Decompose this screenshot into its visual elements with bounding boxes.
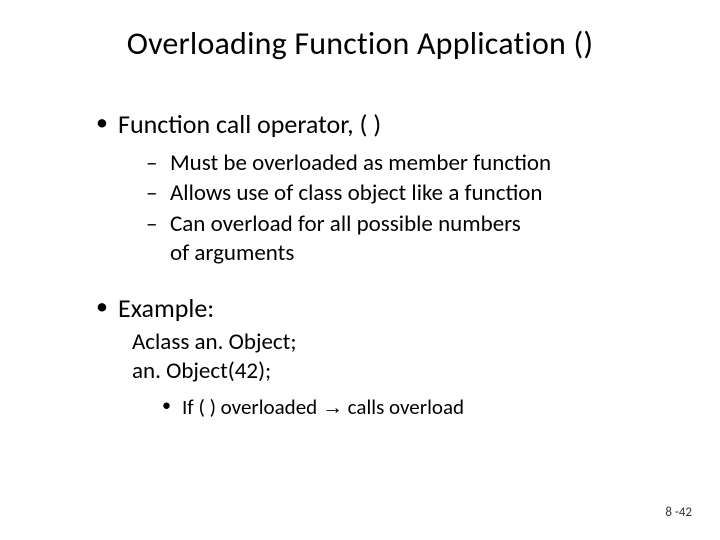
bullet-item: If ( ) overloaded → calls overload <box>132 394 660 421</box>
bullet-text: Must be overloaded as member function <box>170 149 551 177</box>
code-example: Aclass an. Object; an. Object(42); <box>132 328 660 386</box>
bullet-text: Example: <box>118 292 214 324</box>
bullet-list-lvl1: Function call operator, ( ) Must be over… <box>96 108 660 268</box>
slide-body: Function call operator, ( ) Must be over… <box>96 108 660 427</box>
bullet-list-lvl1: Example: Aclass an. Object; an. Object(4… <box>96 292 660 421</box>
bullet-text: Function call operator, ( ) <box>118 108 381 140</box>
bullet-list-lvl2: Must be overloaded as member function Al… <box>118 149 660 268</box>
bullet-item: Example: Aclass an. Object; an. Object(4… <box>96 292 660 421</box>
bullet-item: Must be overloaded as member function <box>132 149 660 178</box>
bullet-text: of arguments <box>170 239 294 267</box>
bullet-item: Allows use of class object like a functi… <box>132 179 660 208</box>
slide-number: 8 -42 <box>665 505 692 520</box>
bullet-item: Function call operator, ( ) Must be over… <box>96 108 660 268</box>
bullet-item: Can overload for all possible numbers of… <box>132 210 660 268</box>
bullet-list-lvl3: If ( ) overloaded → calls overload <box>118 394 660 421</box>
slide: Overloading Function Application () Func… <box>0 0 720 540</box>
bullet-text: If ( ) overloaded <box>182 394 322 420</box>
code-line: an. Object(42); <box>132 357 660 386</box>
bullet-text: calls overload <box>343 394 464 420</box>
slide-title: Overloading Function Application () <box>0 24 720 63</box>
code-line: Aclass an. Object; <box>132 328 660 357</box>
bullet-text: Allows use of class object like a functi… <box>170 179 542 207</box>
arrow-icon: → <box>322 396 343 419</box>
bullet-text: Can overload for all possible numbers <box>170 210 521 238</box>
